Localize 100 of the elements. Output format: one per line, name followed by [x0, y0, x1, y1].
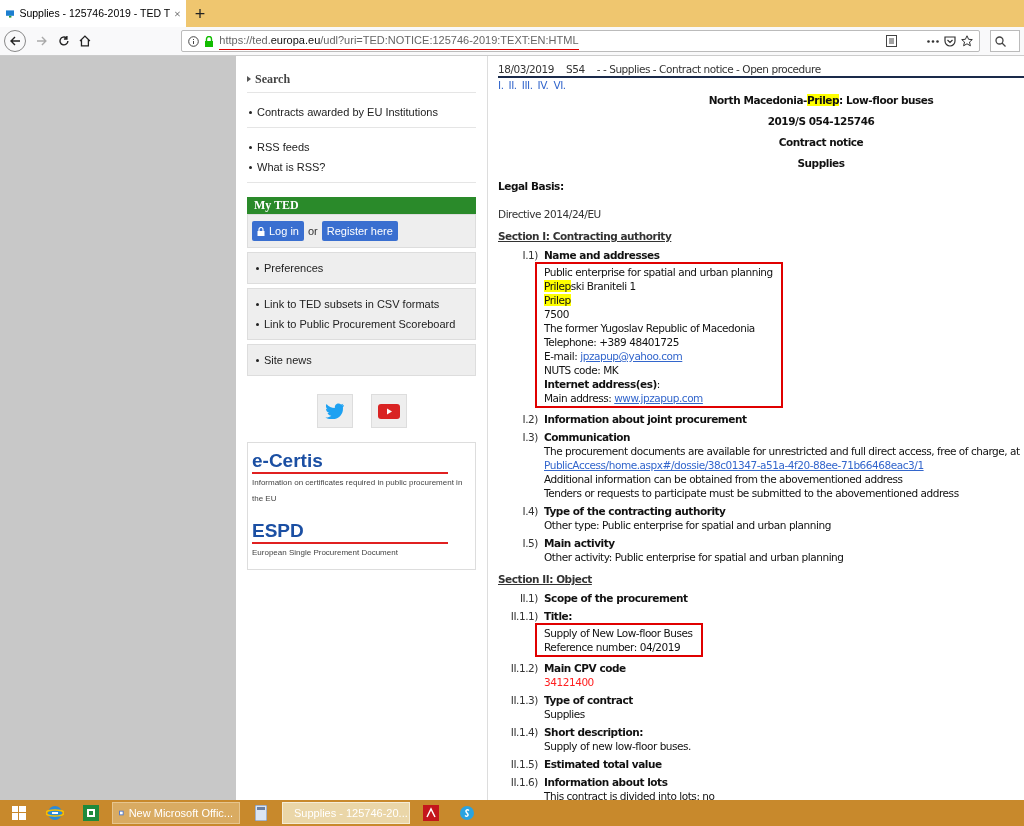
item-label: Name and addresses — [544, 248, 661, 262]
promo-caption: Information on certificates required in public procurement in the EU — [252, 477, 464, 505]
calculator-icon[interactable] — [255, 805, 267, 821]
item-label: Communication — [544, 430, 632, 444]
detail-line: The procurement documents are available for unrestricted and full direct access, free of charge, at — [544, 444, 1020, 458]
section-link[interactable]: IV. — [537, 78, 549, 92]
bullet-icon — [256, 302, 259, 306]
legal-basis-label: Legal Basis: — [498, 179, 565, 193]
sidebar-link[interactable]: Contracts awarded by EU Institutions — [257, 105, 438, 119]
item-label: Main CPV code — [544, 661, 626, 675]
sidebar-link[interactable]: What is RSS? — [257, 160, 326, 174]
or-text: or — [308, 223, 318, 239]
play-icon — [377, 403, 400, 419]
pocket-icon[interactable] — [944, 35, 957, 47]
detail-line: Public enterprise for spatial and urban planning — [544, 265, 773, 279]
bullet-icon — [256, 322, 259, 326]
my-ted-header: My TED — [247, 197, 476, 214]
notice-heading: Contract notice — [778, 135, 864, 149]
detail-line: Internet address(es): — [544, 377, 661, 391]
detail-line: Main address: www.jpzapup.com — [544, 391, 704, 405]
sidebar-link[interactable]: Link to TED subsets in CSV formats — [264, 297, 440, 311]
section-heading: Section I: Contracting authority — [498, 229, 673, 243]
twitter-button[interactable] — [316, 394, 353, 428]
login-button[interactable]: Log in — [252, 221, 304, 241]
item-number: II.1) — [518, 591, 539, 605]
pdf-icon[interactable] — [423, 805, 439, 821]
item-label: Information about joint procurement — [544, 412, 747, 426]
detail-line: Reference number: 04/2019 — [544, 640, 682, 654]
detail-line: 7500 — [544, 307, 570, 321]
detail-line: 34121400 — [544, 675, 595, 689]
section-link[interactable]: VI. — [553, 78, 566, 92]
search-link[interactable]: Search — [255, 70, 291, 88]
spreadsheet-icon[interactable] — [83, 805, 99, 821]
detail-line: PublicAccess/home.aspx#/dossie/38c01347-a51a-4f20-88ee-71b66468eac3/1 — [544, 458, 925, 472]
promo-logo[interactable]: ESPD — [252, 521, 448, 544]
detail-line: Other type: Public enterprise for spatial and urban planning — [544, 518, 831, 532]
publication-date: 18/03/2019 — [498, 62, 555, 76]
close-icon[interactable] — [175, 9, 180, 18]
bullet-icon — [249, 165, 252, 169]
home-icon[interactable] — [79, 35, 92, 47]
item-number: I.3) — [521, 430, 539, 445]
browser-e-icon[interactable] — [46, 804, 64, 822]
item-number: II.1.3) — [509, 693, 539, 708]
caret-icon — [247, 76, 251, 82]
section-link[interactable]: II. — [508, 78, 517, 92]
new-tab-button[interactable]: + — [186, 0, 214, 27]
reader-view-icon[interactable] — [886, 35, 898, 47]
lock-icon — [257, 226, 265, 236]
star-icon[interactable] — [961, 35, 974, 47]
search-box[interactable] — [990, 30, 1020, 52]
detail-line: Tenders or requests to participate must be submitted to the abovementioned address — [544, 486, 960, 500]
reload-icon[interactable] — [57, 35, 70, 47]
search-icon — [995, 35, 1007, 47]
detail-line: Supply of new low-floor buses. — [544, 739, 691, 753]
sidebar-link[interactable]: Site news — [264, 353, 312, 367]
notice-heading: 2019/S 054-125746 — [767, 114, 875, 128]
directive-text: Directive 2014/24/EU — [498, 207, 602, 221]
chat-s-icon[interactable] — [460, 806, 474, 820]
item-label: Title: — [544, 609, 573, 623]
sidebar-link[interactable]: RSS feeds — [257, 140, 310, 154]
section-link[interactable]: I. — [498, 78, 504, 92]
item-number: I.2) — [521, 412, 539, 426]
item-number: II.1.6) — [509, 775, 539, 790]
taskbar-label: New Microsoft Offic... — [128, 805, 233, 821]
bullet-icon — [249, 110, 252, 114]
bird-icon — [324, 403, 345, 419]
item-number: II.1.2) — [509, 661, 539, 676]
back-arrow-icon — [8, 35, 21, 47]
item-label: Information about lots — [544, 775, 669, 789]
browser-tab[interactable]: Supplies - 125746-2019 - TED T — [0, 0, 186, 27]
item-number: I.4) — [521, 504, 539, 519]
item-label: Type of contract — [544, 693, 633, 707]
detail-line: Supply of New Low-floor Buses — [544, 626, 693, 640]
item-number: II.1.4) — [509, 725, 539, 740]
windows-logo-icon[interactable] — [12, 806, 26, 820]
item-label: Short description: — [544, 725, 644, 739]
detail-line: Telephone: +389 48401725 — [544, 335, 681, 349]
item-label: Estimated total value — [544, 757, 662, 771]
sidebar-link[interactable]: Link to Public Procurement Scoreboard — [264, 317, 456, 331]
taskbar-label: Supplies - 125746-20... — [294, 805, 408, 821]
section-link[interactable]: III. — [521, 78, 533, 92]
lock-icon — [204, 35, 215, 47]
section-heading: Section II: Object — [498, 572, 593, 586]
notice-title: North Macedonia-Prilep: Low-floor buses — [708, 93, 934, 107]
sidebar-link[interactable]: Preferences — [264, 261, 324, 275]
youtube-button[interactable] — [370, 394, 407, 428]
promo-logo[interactable]: e-Certis — [252, 451, 448, 474]
url-text: https://ted.europa.eu/udl?uri=TED:NOTICE:125746-2019:TEXT:EN:HTML — [219, 32, 579, 50]
item-number: II.1.5) — [509, 757, 539, 771]
bullet-icon — [249, 145, 252, 149]
item-number: I.1) — [521, 248, 539, 263]
issue-number: S54 — [566, 62, 585, 76]
bullet-icon — [256, 358, 259, 362]
more-icon[interactable] — [927, 39, 940, 43]
item-number: II.1.1) — [509, 609, 539, 624]
detail-line: NUTS code: MK — [544, 363, 620, 377]
info-icon[interactable] — [188, 35, 200, 47]
register-button[interactable]: Register here — [321, 221, 398, 241]
address-bar[interactable]: https://ted.europa.eu/udl?uri=TED:NOTICE:125746-2019:TEXT:EN:HTML — [181, 30, 981, 52]
notice-type: - - Supplies - Contract notice - Open procedure — [596, 62, 821, 76]
